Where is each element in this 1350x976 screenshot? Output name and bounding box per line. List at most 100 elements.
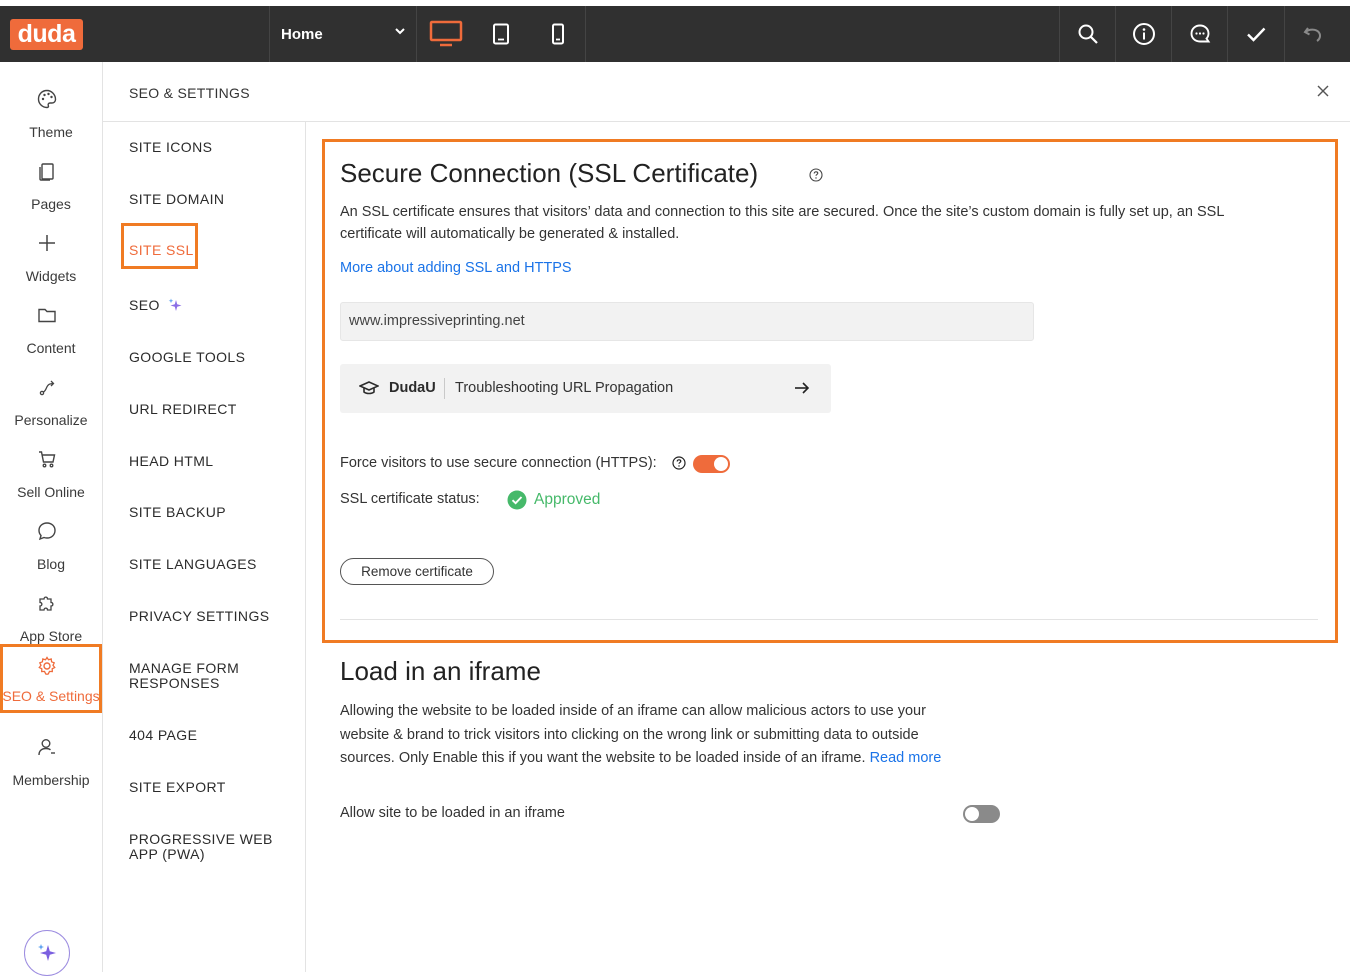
ssl-description-line1: An SSL certificate ensures that visitors…	[340, 204, 1225, 220]
personalize-icon	[39, 380, 55, 396]
folder-icon	[38, 308, 56, 323]
check-circle-icon	[507, 490, 527, 510]
nav-item-url-redirect[interactable]: URL REDIRECT	[129, 402, 237, 417]
nav-item-privacy-settings[interactable]: PRIVACY SETTINGS	[129, 609, 269, 624]
ssl-status-label: SSL certificate status:	[340, 491, 480, 507]
toolbar-divider	[416, 6, 417, 62]
ai-assistant-button[interactable]	[24, 930, 70, 976]
rail-item-content[interactable]: Content	[0, 290, 102, 360]
rail-item-theme[interactable]: Theme	[0, 74, 102, 144]
rail-item-label: Content	[26, 340, 76, 356]
duda-logo[interactable]: duda	[10, 19, 83, 50]
page-selector[interactable]: Home	[270, 6, 416, 62]
iframe-description-line3: sources. Only Enable this if you want th…	[340, 747, 941, 771]
nav-item-site-icons[interactable]: SITE ICONS	[129, 140, 212, 155]
undo-icon	[1303, 27, 1321, 42]
plus-icon	[39, 235, 55, 251]
section-divider	[340, 619, 1318, 620]
tablet-icon	[493, 23, 509, 45]
dudau-title: Troubleshooting URL Propagation	[455, 380, 674, 396]
force-https-toggle[interactable]	[693, 455, 730, 473]
nav-item-label-line2: RESPONSES	[129, 675, 220, 691]
iframe-section-title: Load in an iframe	[340, 656, 541, 686]
iframe-description-line2: website & brand to trick visitors into c…	[340, 726, 919, 743]
publish-button[interactable]	[1227, 6, 1283, 62]
help-icon[interactable]	[809, 168, 823, 182]
iframe-description: Allowing the website to be loaded inside…	[340, 700, 941, 771]
search-button[interactable]	[1059, 6, 1115, 62]
dudau-separator	[444, 378, 445, 399]
rail-item-widgets[interactable]: Widgets	[0, 218, 102, 288]
dudau-help-card[interactable]: DudaU Troubleshooting URL Propagation	[340, 364, 831, 413]
arrow-right-icon	[795, 382, 810, 394]
iframe-read-more-link[interactable]: Read more	[870, 750, 942, 766]
page-selector-value: Home	[281, 25, 323, 43]
nav-item-site-domain[interactable]: SITE DOMAIN	[129, 192, 224, 207]
panel-title: SEO & SETTINGS	[129, 85, 250, 101]
top-toolbar: duda Home	[0, 0, 1350, 62]
toggle-knob	[965, 807, 979, 821]
nav-item-seo[interactable]: SEO	[129, 297, 183, 313]
nav-item-site-export[interactable]: SITE EXPORT	[129, 780, 226, 795]
rail-item-seo-settings[interactable]: SEO & Settings	[0, 644, 102, 713]
iframe-allow-toggle[interactable]	[963, 805, 1000, 823]
nav-item-site-ssl[interactable]: SITE SSL	[129, 243, 194, 258]
rail-item-label: Membership	[12, 772, 90, 788]
rail-item-label: Blog	[36, 556, 66, 572]
desktop-view-button[interactable]	[418, 6, 474, 62]
rail-item-pages[interactable]: Pages	[0, 146, 102, 216]
ssl-description: An SSL certificate ensures that visitors…	[340, 201, 1320, 245]
desktop-icon	[429, 20, 463, 47]
rail-item-label: SEO & Settings	[2, 688, 100, 704]
nav-item-site-backup[interactable]: SITE BACKUP	[129, 505, 226, 520]
nav-item-label-line1: MANAGE FORM	[129, 660, 240, 676]
gear-icon	[38, 656, 56, 675]
pages-icon	[39, 163, 54, 181]
nav-item-pwa[interactable]: PROGRESSIVE WEB APP (PWA)	[129, 832, 273, 862]
rail-item-personalize[interactable]: Personalize	[0, 362, 102, 432]
rail-item-label: App Store	[19, 628, 83, 644]
ssl-description-line2: certificate will automatically be genera…	[340, 226, 680, 242]
rail-item-label: Pages	[31, 196, 71, 212]
tablet-view-button[interactable]	[473, 6, 529, 62]
sparkle-icon	[38, 944, 56, 961]
info-button[interactable]	[1115, 6, 1171, 62]
comment-icon	[1190, 24, 1210, 43]
palette-icon	[37, 89, 57, 109]
ssl-status-value: Approved	[534, 491, 601, 508]
person-icon	[38, 739, 55, 756]
domain-field: www.impressiveprinting.net	[340, 302, 1034, 341]
toggle-knob	[714, 457, 728, 471]
rail-item-label: Theme	[29, 124, 73, 140]
info-icon	[1132, 23, 1155, 45]
nav-item-404-page[interactable]: 404 PAGE	[129, 728, 197, 743]
close-icon[interactable]	[1316, 84, 1330, 98]
comments-button[interactable]	[1171, 6, 1227, 62]
nav-item-head-html[interactable]: HEAD HTML	[129, 454, 214, 469]
check-icon	[1246, 27, 1265, 42]
nav-item-label-line1: PROGRESSIVE WEB	[129, 831, 273, 847]
nav-item-google-tools[interactable]: GOOGLE TOOLS	[129, 350, 245, 365]
undo-button[interactable]	[1284, 6, 1340, 62]
graduation-cap-icon	[359, 381, 379, 395]
help-icon[interactable]	[672, 456, 686, 470]
sparkle-icon	[168, 298, 182, 311]
cart-icon	[39, 451, 56, 468]
settings-panel-header: SEO & SETTINGS	[103, 62, 1350, 122]
rail-item-sell-online[interactable]: Sell Online	[0, 434, 102, 504]
nav-item-site-languages[interactable]: SITE LANGUAGES	[129, 557, 257, 572]
remove-certificate-button[interactable]: Remove certificate	[340, 558, 494, 585]
mobile-view-button[interactable]	[530, 6, 586, 62]
rail-item-membership[interactable]: Membership	[0, 722, 102, 792]
iframe-description-text: sources. Only Enable this if you want th…	[340, 750, 866, 766]
nav-item-manage-form-responses[interactable]: MANAGE FORM RESPONSES	[129, 661, 239, 691]
iframe-allow-label: Allow site to be loaded in an iframe	[340, 805, 565, 821]
ssl-section-title: Secure Connection (SSL Certificate)	[340, 158, 759, 188]
force-https-label: Force visitors to use secure connection …	[340, 455, 657, 471]
rail-item-app-store[interactable]: App Store	[0, 578, 102, 648]
rail-item-label: Widgets	[25, 268, 77, 284]
chat-bubble-icon	[38, 522, 56, 541]
ssl-learn-more-link[interactable]: More about adding SSL and HTTPS	[340, 257, 572, 279]
rail-item-label: Personalize	[14, 412, 88, 428]
rail-item-blog[interactable]: Blog	[0, 506, 102, 576]
